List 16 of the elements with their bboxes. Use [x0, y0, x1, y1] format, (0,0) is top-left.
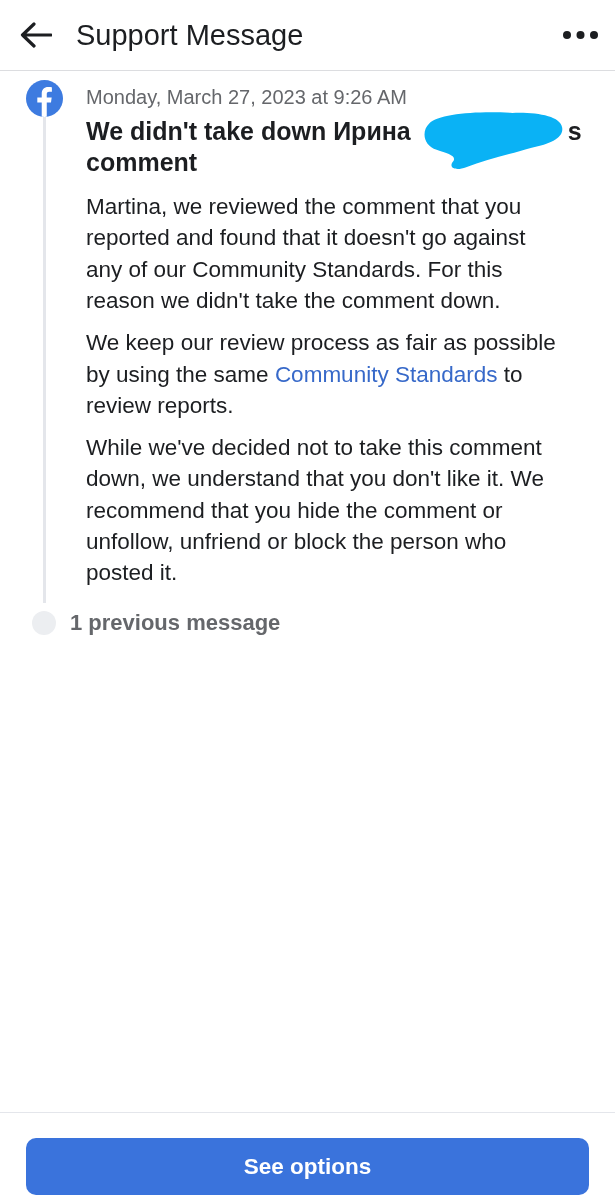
ellipsis-icon	[563, 31, 598, 39]
message-paragraph: We keep our review process as fair as possible by using the same Community Standards to review reports.	[86, 329, 557, 420]
see-options-button[interactable]: See options	[26, 1138, 589, 1195]
page-title: Support Message	[76, 18, 304, 52]
back-arrow-icon	[20, 22, 52, 48]
message-title: s	[567, 117, 582, 145]
message-paragraph: While we've decided not to take this comment down, we understand that you don't like it. We recommend that you hide the comment or unfollow, unfriend or block the person who posted it.	[86, 433, 545, 588]
message-title: comment	[86, 148, 198, 176]
message-paragraph: Martina, we reviewed the comment that you reported and found that it doesn't go against any of our Community Standards. For this reason we didn't take the comment down.	[86, 193, 527, 316]
community-standards-link[interactable]: Community Standards	[274, 361, 498, 387]
previous-message-link[interactable]: 1 previous message	[70, 609, 281, 636]
logo-icon	[26, 80, 63, 117]
more-options-button[interactable]	[563, 31, 598, 39]
back-button[interactable]	[20, 22, 52, 48]
message-title: We didn't take down Ирина	[86, 117, 411, 145]
message-timestamp: Monday, March 27, 2023 at 9:26 AM	[86, 85, 408, 110]
